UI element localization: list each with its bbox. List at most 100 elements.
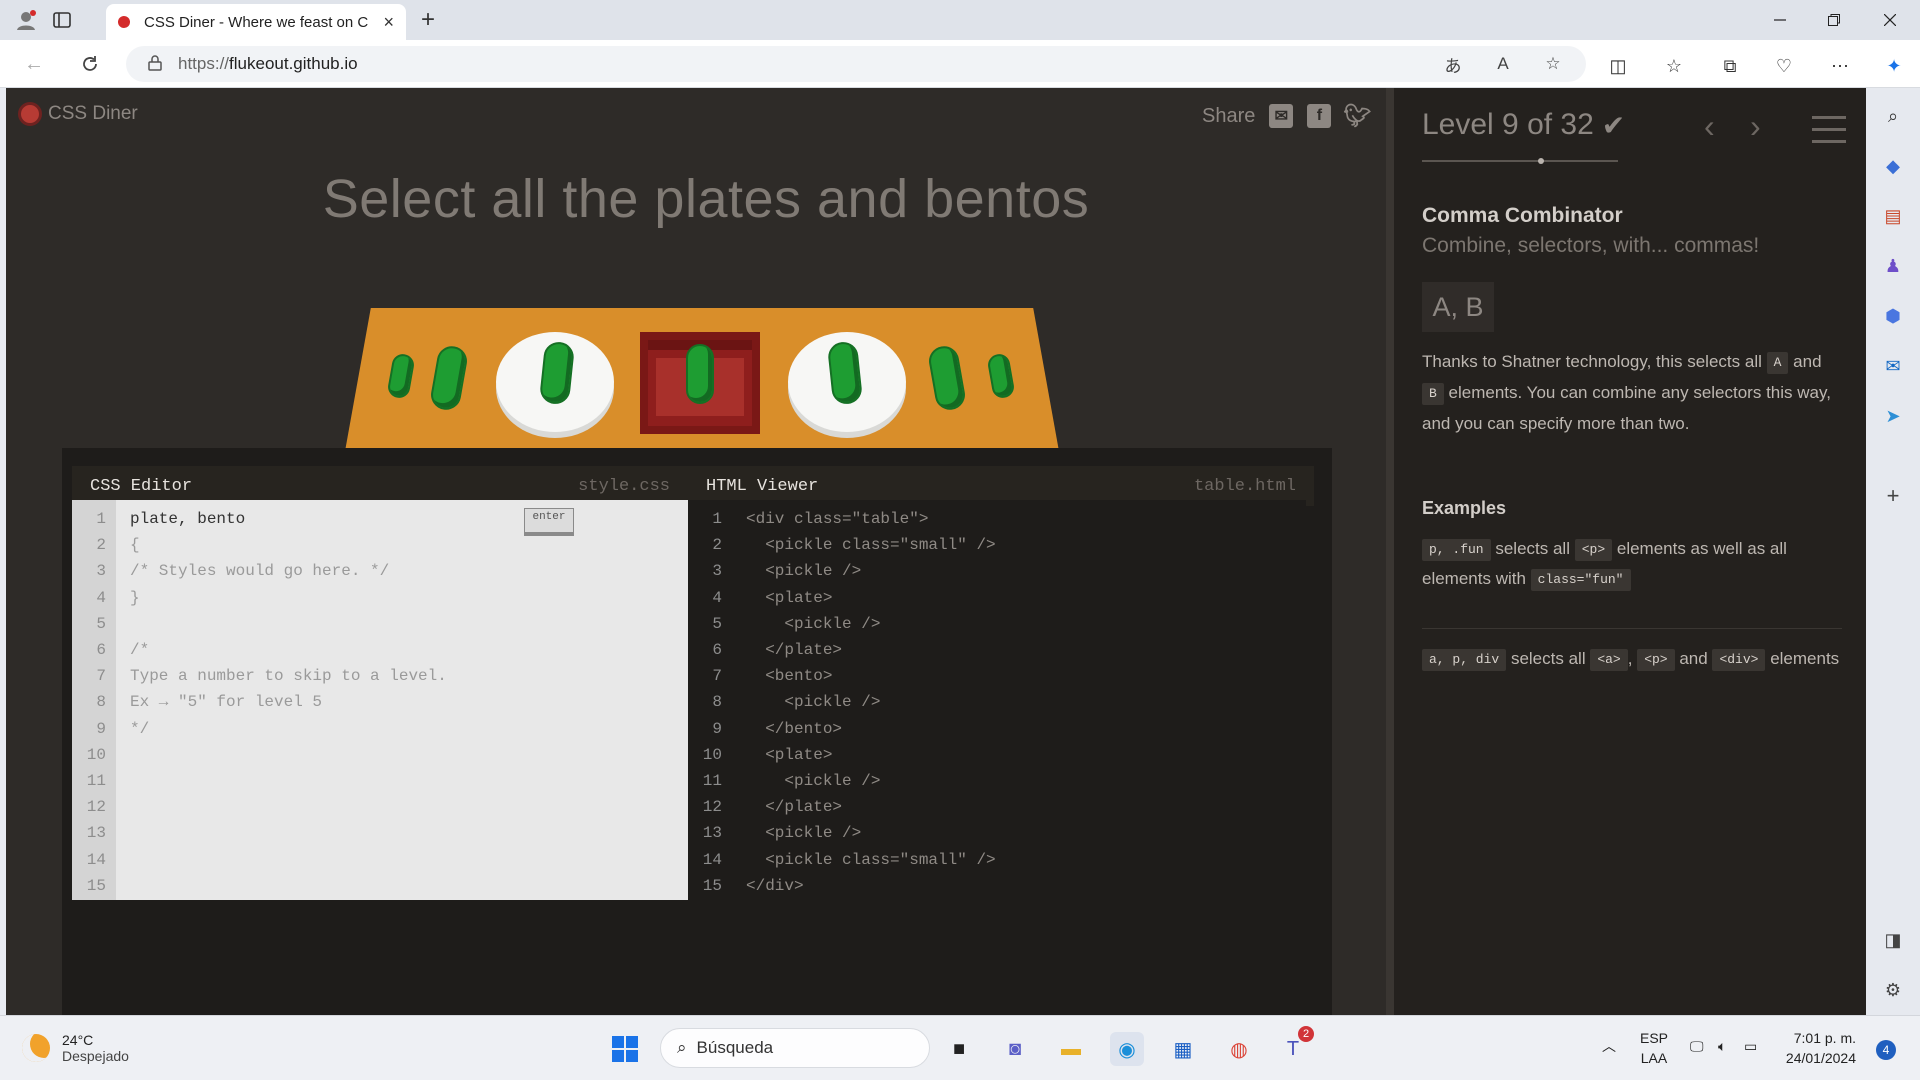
address-bar-row: ← https://flukeout.github.io あ A ☆ ◫ ☆ ⧉…: [0, 40, 1920, 88]
weather-temp: 24°C: [62, 1032, 94, 1048]
tools-icon[interactable]: ▤: [1879, 202, 1907, 230]
code-line: <pickle />: [746, 693, 881, 712]
minimize-button[interactable]: [1752, 0, 1808, 40]
line-number: 3: [96, 562, 106, 581]
chrome-icon[interactable]: ◍: [1222, 1032, 1256, 1066]
settings-gear-icon[interactable]: ⚙: [1879, 976, 1907, 1004]
line-number: 4: [96, 588, 106, 607]
new-tab-button[interactable]: +: [414, 6, 442, 34]
line-number: 14: [86, 850, 106, 869]
html-file-name: table.html: [1193, 476, 1296, 496]
teams-chat-icon[interactable]: ◙: [998, 1032, 1032, 1066]
network-icon[interactable]: 🖵: [1690, 1038, 1704, 1055]
volume-icon[interactable]: 🔈︎: [1718, 1038, 1726, 1055]
favorite-star-icon[interactable]: ☆: [1538, 46, 1568, 82]
collections-icon[interactable]: ⧉: [1716, 52, 1744, 80]
code-line: Type a number to skip to a level.: [130, 667, 447, 686]
close-window-button[interactable]: [1862, 0, 1918, 40]
notification-badge[interactable]: 4: [1876, 1040, 1896, 1060]
code-line: <pickle />: [746, 772, 881, 790]
favicon-icon: [118, 16, 130, 28]
level-progress-bar: [1422, 160, 1618, 162]
url-input[interactable]: https://flukeout.github.io: [126, 46, 1586, 82]
line-number: 4: [712, 588, 722, 607]
restore-button[interactable]: [1806, 0, 1862, 40]
start-icon[interactable]: [608, 1032, 642, 1066]
send-icon[interactable]: ➤: [1879, 402, 1907, 430]
translate-icon[interactable]: あ: [1438, 46, 1468, 82]
sidebar-panel-icon[interactable]: ◨: [1879, 926, 1907, 954]
order-heading: Select all the plates and bentos: [322, 169, 1090, 229]
store-icon[interactable]: ▦: [1166, 1032, 1200, 1066]
back-icon[interactable]: ←: [20, 50, 48, 78]
code-line: /*: [130, 641, 150, 659]
facebook-icon[interactable]: f: [1307, 104, 1332, 128]
css-editor[interactable]: 1 2 3 4 5 6 7 8 9 10 11 12 13 14 15 plate, bento{/* St…: [72, 500, 688, 900]
line-number: 6: [96, 641, 106, 659]
example-1: p, .fun selects all <p> elements as well…: [1422, 534, 1842, 594]
tag-a: A: [1766, 351, 1789, 374]
line-number: 8: [712, 693, 722, 712]
tab-css-diner[interactable]: CSS Diner - Where we feast on C ×: [106, 4, 406, 40]
code-line: plate, bento: [130, 510, 246, 528]
line-number: 2: [96, 536, 106, 555]
battery-icon[interactable]: ▭: [1744, 1038, 1757, 1055]
level-menu-icon[interactable]: [1812, 116, 1846, 152]
line-number: 15: [702, 876, 722, 895]
code-line: <pickle class="small" />: [746, 536, 996, 555]
outlook-icon[interactable]: ✉: [1879, 352, 1907, 380]
game-area: CSS Diner Share ✉ f 🐦︎ Select all the pl…: [6, 88, 1386, 1015]
line-number: 11: [86, 772, 106, 790]
edge-icon[interactable]: ◉: [1110, 1032, 1144, 1066]
webpage: CSS Diner Share ✉ f 🐦︎ Select all the pl…: [6, 88, 1866, 1015]
line-number: 13: [86, 824, 106, 843]
html-viewer-title: HTML Viewer: [706, 476, 819, 496]
line-number: 12: [86, 798, 106, 817]
line-number: 7: [96, 667, 106, 686]
games-icon[interactable]: ♟: [1879, 252, 1907, 280]
code-line: </bento>: [746, 719, 843, 738]
clock[interactable]: 7:01 p. m. 24/01/2024: [1760, 1028, 1856, 1068]
previous-level-icon[interactable]: ‹: [1704, 108, 1715, 145]
logo[interactable]: CSS Diner: [18, 102, 138, 126]
file-explorer-icon[interactable]: ▬: [1054, 1032, 1088, 1066]
code-line: <pickle class="small" />: [746, 850, 996, 869]
split-screen-icon[interactable]: ◫: [1604, 52, 1632, 80]
next-level-icon[interactable]: ›: [1750, 108, 1761, 145]
line-number: 9: [712, 719, 722, 738]
line-number: 1: [712, 510, 722, 528]
line-number: 5: [96, 614, 106, 633]
more-menu-icon[interactable]: ⋯: [1826, 52, 1854, 80]
tray-chevron-icon[interactable]: ︿: [1602, 1036, 1616, 1056]
language-indicator[interactable]: ESP LAA: [1640, 1028, 1668, 1068]
twitter-icon[interactable]: 🐦︎: [1343, 103, 1371, 128]
example-separator: [1422, 628, 1842, 629]
email-icon[interactable]: ✉: [1269, 104, 1294, 128]
shopping-icon[interactable]: ◆: [1879, 152, 1907, 180]
code-line: <pickle />: [746, 614, 881, 633]
browser-essentials-icon[interactable]: ♡: [1770, 52, 1798, 80]
favorites-icon[interactable]: ☆: [1660, 52, 1688, 80]
share-bar: Share ✉ f 🐦︎: [1202, 103, 1371, 128]
enter-button[interactable]: enter: [524, 508, 574, 536]
taskbar-search[interactable]: ⌕ Búsqueda: [660, 1028, 930, 1068]
task-view-icon[interactable]: ■: [942, 1032, 976, 1066]
code-line: </div>: [746, 876, 804, 895]
tab-close-icon[interactable]: ×: [383, 12, 394, 33]
tab-title: CSS Diner - Where we feast on C: [144, 13, 369, 31]
taskbar: 24°C Despejado ⌕ Búsqueda ■ ◙ ▬ ◉ ▦ ◍ T …: [0, 1015, 1920, 1080]
profile-icon[interactable]: [12, 6, 40, 34]
search-icon[interactable]: ⌕: [1879, 102, 1907, 130]
weather-widget[interactable]: 24°C Despejado: [22, 1032, 129, 1064]
pickle-in-bento[interactable]: [686, 344, 714, 404]
tab-actions-icon[interactable]: [48, 6, 76, 34]
copilot-icon[interactable]: ✦: [1880, 52, 1908, 80]
level-progress-marker: [1538, 158, 1544, 164]
reload-icon[interactable]: [76, 50, 104, 78]
code-line: <div class="table">: [746, 510, 929, 528]
read-aloud-icon[interactable]: A: [1488, 46, 1518, 82]
panel-divider[interactable]: [1386, 88, 1394, 1015]
add-icon[interactable]: +: [1879, 482, 1907, 510]
line-number: 1: [96, 510, 106, 528]
microsoft365-icon[interactable]: ⬢: [1879, 302, 1907, 330]
